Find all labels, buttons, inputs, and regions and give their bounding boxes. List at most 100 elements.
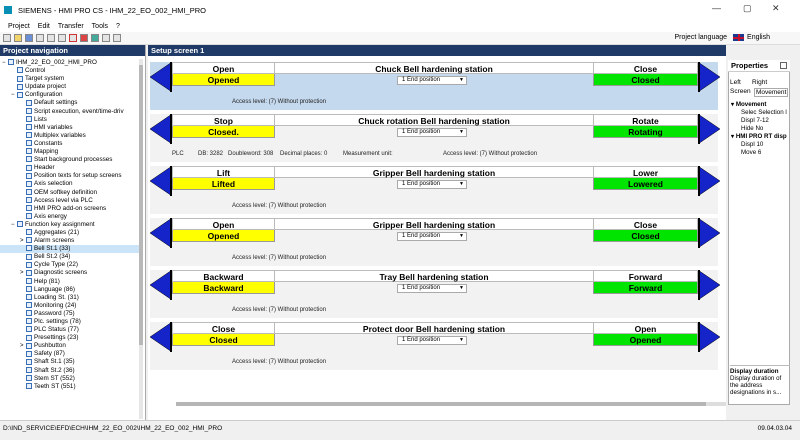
tree-item[interactable]: Language (86) [0, 286, 140, 294]
right-arrow-button[interactable] [698, 322, 720, 352]
pin-icon[interactable] [780, 62, 787, 69]
tab-movement[interactable]: Movement [754, 88, 789, 97]
menu-tools[interactable]: Tools [92, 23, 108, 30]
left-arrow-button[interactable] [150, 270, 172, 300]
right-arrow-button[interactable] [698, 114, 720, 144]
tree-item[interactable]: − IHM_22_EO_002_HMI_PRO [0, 59, 140, 67]
tree-item[interactable]: Teeth ST (551) [0, 383, 140, 391]
tree-item[interactable]: Start background processes [0, 156, 140, 164]
property-row[interactable]: Displ 7-12 [731, 117, 789, 125]
property-group-header[interactable]: ▾ Movement [731, 101, 789, 109]
tree-item[interactable]: Constants [0, 140, 140, 148]
horizontal-scrollbar[interactable] [176, 402, 726, 406]
tree-item[interactable]: HMI PRO add-on screens [0, 205, 140, 213]
tree-item[interactable]: Aggregates (21) [0, 229, 140, 237]
right-arrow-button[interactable] [698, 218, 720, 248]
tree-item[interactable]: Bell St.1 (33) [0, 245, 140, 254]
tree-item[interactable]: − Configuration [0, 91, 140, 99]
right-state-block[interactable]: Close Closed [593, 62, 698, 87]
tree-item[interactable]: Lists [0, 116, 140, 124]
left-arrow-button[interactable] [150, 322, 172, 352]
tree-item[interactable]: > Alarm screens [0, 237, 140, 245]
tab-left[interactable]: Left [730, 79, 741, 86]
menu-edit[interactable]: Edit [38, 23, 50, 30]
tab-screen[interactable]: Screen [730, 88, 751, 95]
property-row[interactable]: Move 6 [731, 149, 789, 157]
right-state-block[interactable]: Lower Lowered [593, 166, 698, 191]
right-state-block[interactable]: Close Closed [593, 218, 698, 243]
left-arrow-button[interactable] [150, 62, 172, 92]
open-icon[interactable] [14, 34, 22, 42]
language-value[interactable]: English [747, 34, 770, 41]
tree-item[interactable]: Script execution, event/time-driv [0, 108, 140, 116]
end-position-select[interactable]: 1 End position ▼ [397, 180, 467, 189]
tree-item[interactable]: Password (75) [0, 310, 140, 318]
right-state-block[interactable]: Open Opened [593, 322, 698, 347]
right-arrow-button[interactable] [698, 62, 720, 92]
help-icon[interactable] [113, 34, 121, 42]
tree-item[interactable]: Stem ST (552) [0, 375, 140, 383]
tree-item[interactable]: Access level via PLC [0, 197, 140, 205]
tree-item[interactable]: Help (81) [0, 278, 140, 286]
tree-item[interactable]: Target system [0, 75, 140, 83]
left-arrow-button[interactable] [150, 166, 172, 196]
tree-item[interactable]: Multiplex variables [0, 132, 140, 140]
property-group-header[interactable]: ▾ HMI PRO RT disp [731, 133, 789, 141]
end-position-select[interactable]: 1 End position ▼ [397, 284, 467, 293]
menu-project[interactable]: Project [8, 23, 30, 30]
tree-item[interactable]: Shaft St.2 (36) [0, 367, 140, 375]
new-icon[interactable] [3, 34, 11, 42]
tree-item[interactable]: PLC Status (77) [0, 326, 140, 334]
property-row[interactable]: Displ 10 [731, 141, 789, 149]
tree-item[interactable]: Axis selection [0, 180, 140, 188]
tree-item[interactable]: Default settings [0, 99, 140, 107]
tree-item[interactable]: Loading St. (31) [0, 294, 140, 302]
tree-item[interactable]: Monitoring (24) [0, 302, 140, 310]
tree-item[interactable]: Control [0, 67, 140, 75]
left-state-block[interactable]: Open Opened [172, 62, 275, 87]
menu-help[interactable]: ? [116, 23, 120, 30]
end-position-select[interactable]: 1 End position ▼ [397, 76, 467, 85]
right-arrow-button[interactable] [698, 270, 720, 300]
tree-item[interactable]: > Diagnostic screens [0, 269, 140, 277]
tree-item[interactable]: Update project [0, 83, 140, 91]
settings-icon[interactable] [91, 34, 99, 42]
maximize-button[interactable]: ▢ [743, 3, 752, 14]
save-icon[interactable] [25, 34, 33, 42]
paste-icon[interactable] [58, 34, 66, 42]
cut-icon[interactable] [36, 34, 44, 42]
language-selector[interactable]: Project language English [674, 34, 770, 41]
tree-item[interactable]: Shaft St.1 (35) [0, 358, 140, 366]
tree-item[interactable]: HMI variables [0, 124, 140, 132]
end-position-select[interactable]: 1 End position ▼ [397, 128, 467, 137]
delete-icon[interactable] [69, 34, 77, 42]
left-state-block[interactable]: Open Opened [172, 218, 275, 243]
close-window-button[interactable]: ✕ [772, 3, 780, 14]
tree-item[interactable]: Bell St.2 (34) [0, 253, 140, 261]
menu-transfer[interactable]: Transfer [58, 23, 84, 30]
tree-item[interactable]: > Pushbutton [0, 342, 140, 350]
tree-item[interactable]: Mapping [0, 148, 140, 156]
right-state-block[interactable]: Forward Forward [593, 270, 698, 295]
left-arrow-button[interactable] [150, 114, 172, 144]
nav-scrollbar[interactable] [139, 59, 143, 419]
tree-item[interactable]: Header [0, 164, 140, 172]
generate-icon[interactable] [80, 34, 88, 42]
property-row[interactable]: Hide No [731, 125, 789, 133]
tree-item[interactable]: Safety (87) [0, 350, 140, 358]
right-arrow-button[interactable] [698, 166, 720, 196]
left-state-block[interactable]: Stop Closed. [172, 114, 275, 139]
copy-icon[interactable] [47, 34, 55, 42]
tree-item[interactable]: Presettings (23) [0, 334, 140, 342]
tree-item[interactable]: OEM softkey definition [0, 189, 140, 197]
left-state-block[interactable]: Lift Lifted [172, 166, 275, 191]
tree-item[interactable]: Axis energy [0, 213, 140, 221]
left-arrow-button[interactable] [150, 218, 172, 248]
left-state-block[interactable]: Close Closed [172, 322, 275, 347]
minimize-button[interactable]: — [712, 3, 721, 13]
tab-right[interactable]: Right [752, 79, 767, 86]
property-row[interactable]: Selec Selection l [731, 109, 789, 117]
left-state-block[interactable]: Backward Backward [172, 270, 275, 295]
tree-item[interactable]: Plc. settings (78) [0, 318, 140, 326]
tools-icon[interactable] [102, 34, 110, 42]
